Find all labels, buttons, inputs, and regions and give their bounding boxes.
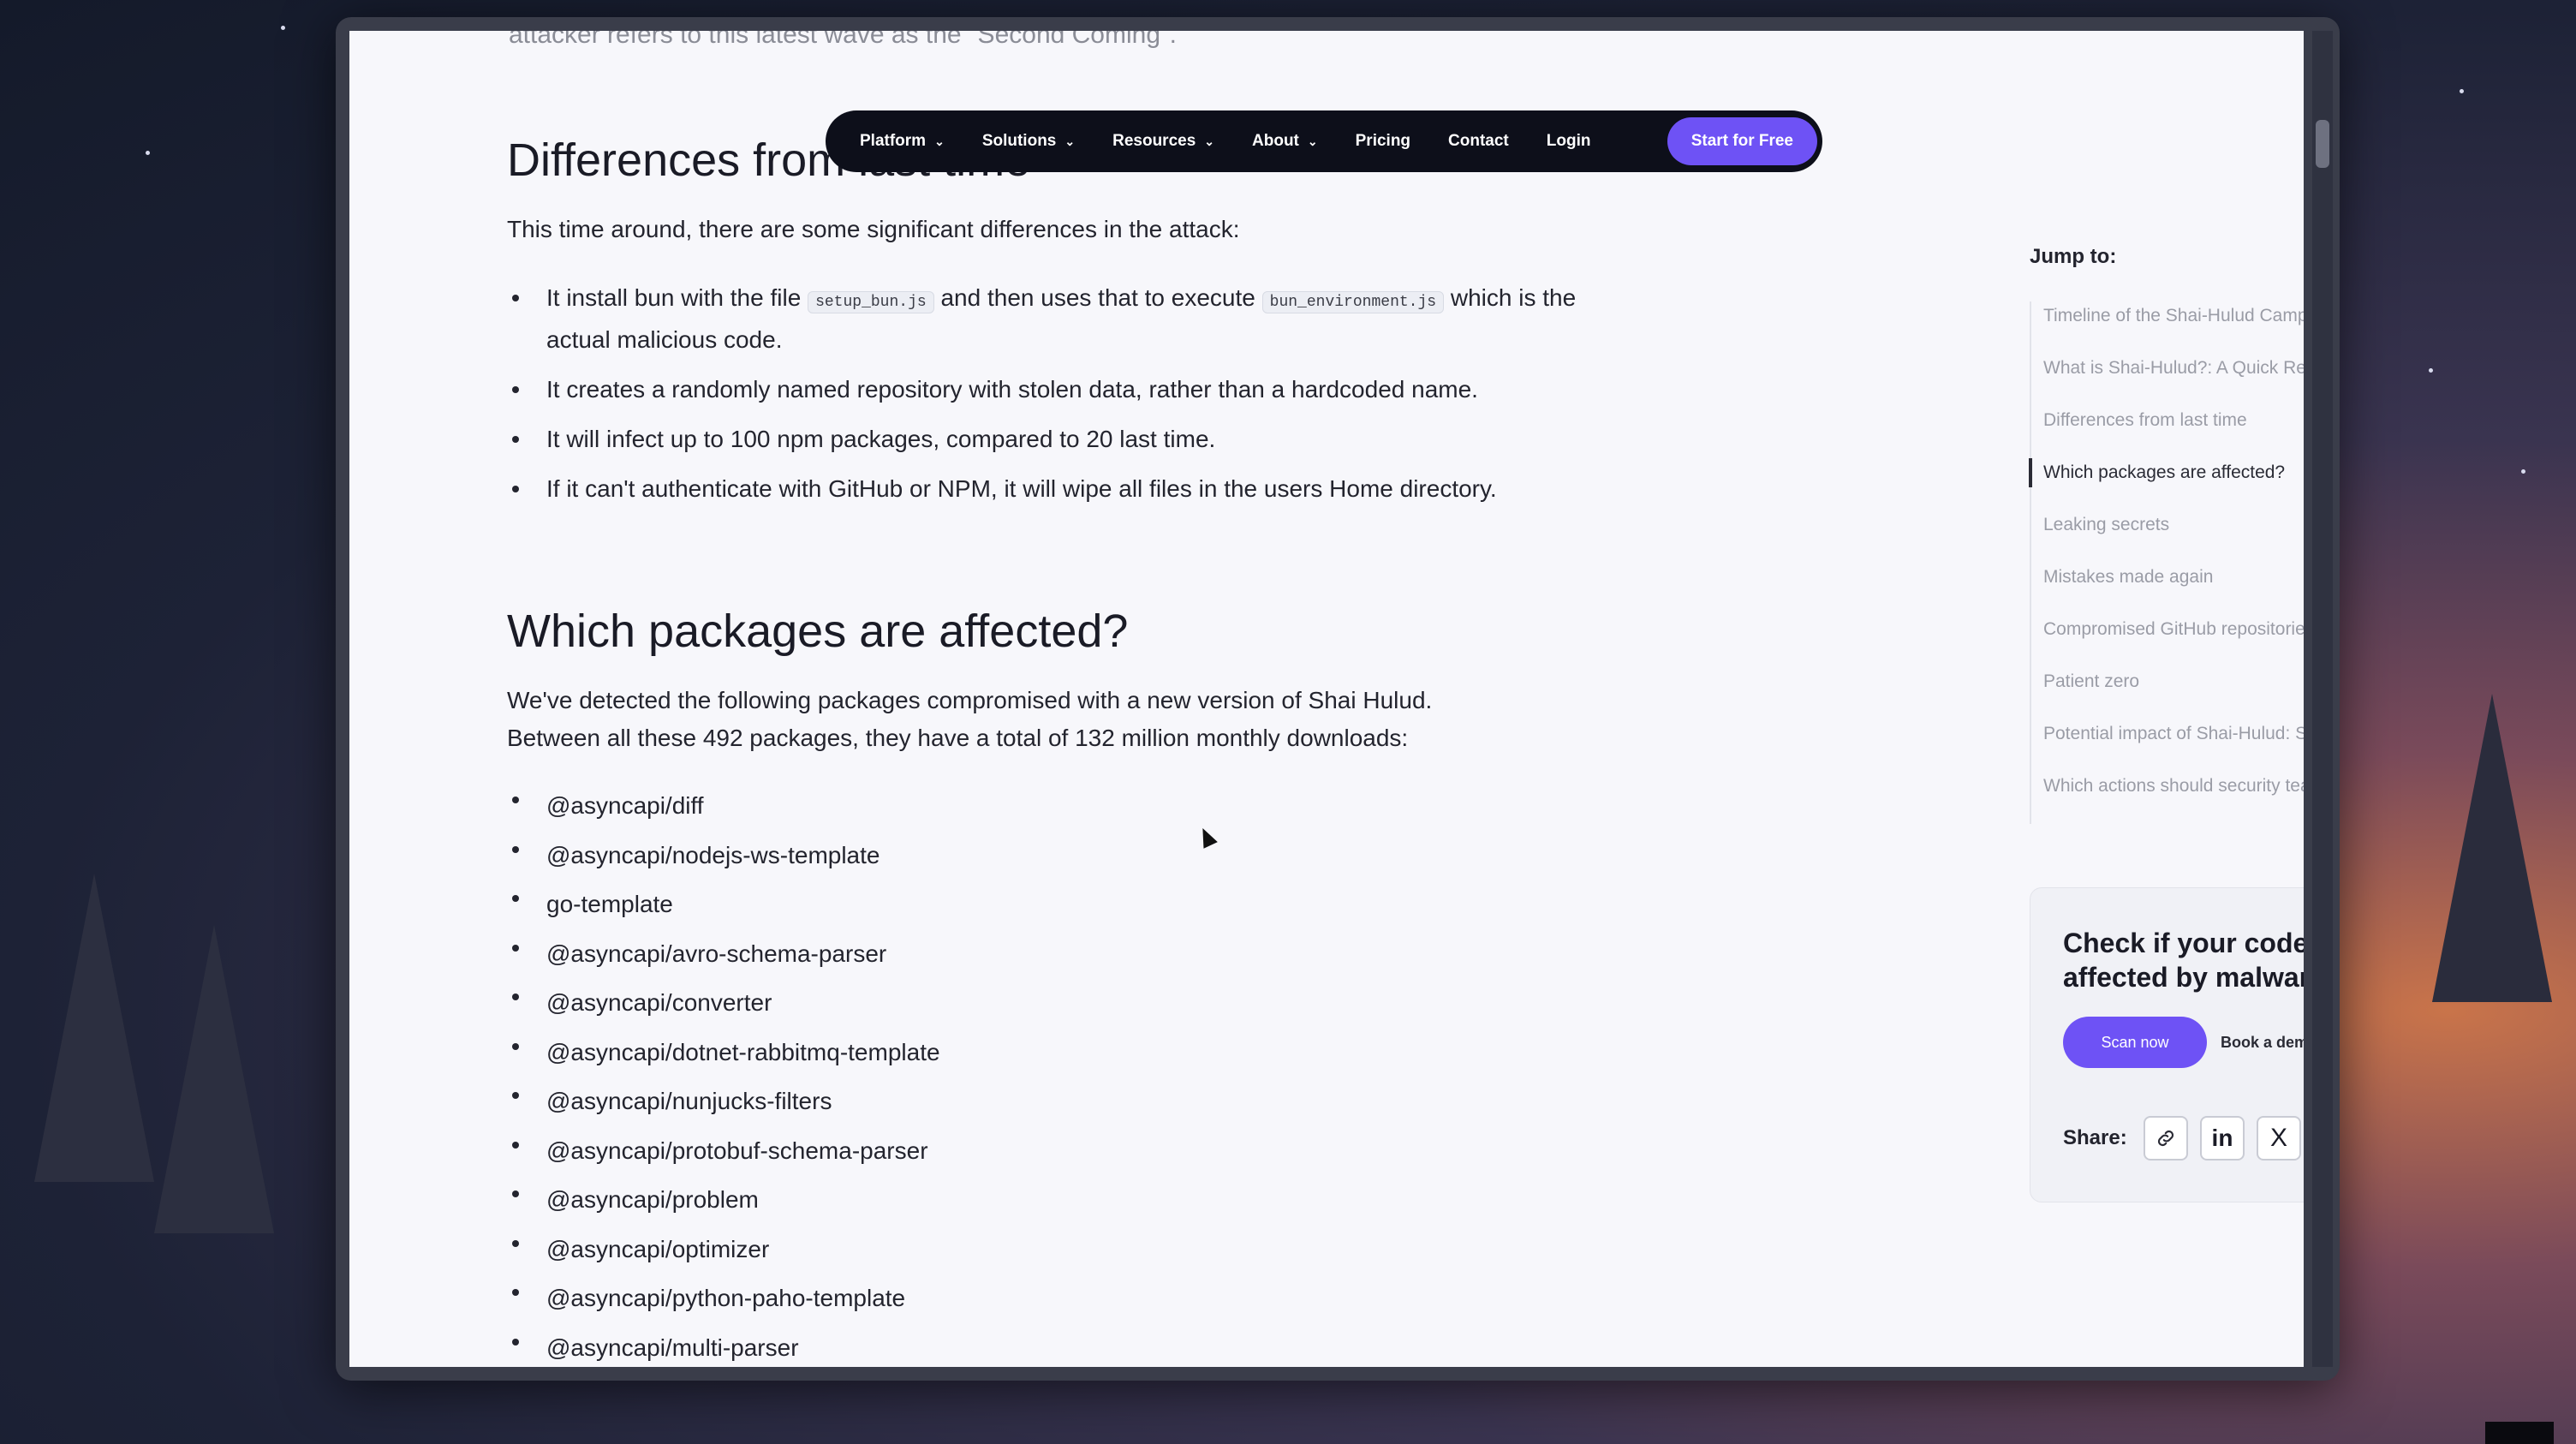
star-decoration xyxy=(146,151,150,155)
share-link-button[interactable] xyxy=(2144,1116,2188,1161)
star-decoration xyxy=(2429,368,2433,373)
nav-item-about[interactable]: About ⌄ xyxy=(1252,132,1318,151)
start-for-free-button[interactable]: Start for Free xyxy=(1667,117,1817,165)
nav-item-contact[interactable]: Contact xyxy=(1448,132,1509,151)
corner-overlay xyxy=(2485,1422,2554,1444)
star-decoration xyxy=(281,26,285,30)
chevron-down-icon: ⌄ xyxy=(934,134,945,148)
list-item: It install bun with the file setup_bun.j… xyxy=(507,279,1634,359)
package-item: @asyncapi/protobuf-schema-parser xyxy=(507,1126,940,1176)
nav-label: Platform xyxy=(860,132,927,150)
share-linkedin-button[interactable]: in xyxy=(2200,1116,2245,1161)
tree-decoration xyxy=(34,874,154,1182)
table-of-contents: Timeline of the Shai-Hulud Campaign What… xyxy=(2029,301,2304,824)
malware-check-card: Check if your code has been affected by … xyxy=(2030,887,2304,1202)
package-item: @asyncapi/optimizer xyxy=(507,1225,940,1274)
x-icon: X xyxy=(2269,1124,2287,1152)
which-intro: We've detected the following packages co… xyxy=(507,682,1432,757)
tree-decoration xyxy=(2432,694,2552,1002)
card-title: Check if your code has been affected by … xyxy=(2063,928,2304,993)
code-setup-bun: setup_bun.js xyxy=(808,291,934,313)
mouse-cursor-icon xyxy=(1196,825,1218,849)
tree-decoration xyxy=(154,925,274,1233)
differences-intro: This time around, there are some signifi… xyxy=(507,216,1240,242)
chevron-down-icon: ⌄ xyxy=(1204,134,1215,148)
browser-window: attacker refers to this latest wave as t… xyxy=(336,17,2340,1381)
nav-label: Solutions xyxy=(981,132,1057,150)
toc-item[interactable]: Which actions should security teams take… xyxy=(2031,772,2304,801)
book-demo-link[interactable]: Book a demo → xyxy=(2221,1017,2304,1068)
package-item: @asyncapi/problem xyxy=(507,1175,940,1225)
previous-paragraph-fragment: attacker refers to this latest wave as t… xyxy=(509,31,1177,49)
nav-item-login[interactable]: Login xyxy=(1547,132,1591,151)
list-item: It creates a randomly named repository w… xyxy=(507,371,1634,409)
chevron-down-icon: ⌄ xyxy=(1307,134,1318,148)
toc-item[interactable]: What is Shai-Hulud?: A Quick Refresher xyxy=(2031,354,2304,383)
share-x-button[interactable]: X xyxy=(2257,1116,2301,1161)
article-page: attacker refers to this latest wave as t… xyxy=(349,31,2304,1367)
nav-item-platform[interactable]: Platform ⌄ xyxy=(860,132,945,151)
toc-item[interactable]: Patient zero xyxy=(2031,667,2304,696)
nav-label: Resources xyxy=(1112,132,1196,150)
toc-title: Jump to: xyxy=(2030,245,2117,268)
package-list: @asyncapi/diff @asyncapi/nodejs-ws-templ… xyxy=(507,781,940,1367)
nav-item-pricing[interactable]: Pricing xyxy=(1356,132,1410,151)
intro-line: We've detected the following packages co… xyxy=(507,687,1433,713)
top-navigation: Platform ⌄ Solutions ⌄ Resources ⌄ About ⌄ P… xyxy=(826,110,1822,172)
toc-item[interactable]: Timeline of the Shai-Hulud Campaign xyxy=(2031,301,2304,331)
code-bun-environment: bun_environment.js xyxy=(1261,291,1445,313)
toc-item[interactable]: Compromised GitHub repositories xyxy=(2031,615,2304,644)
nav-item-resources[interactable]: Resources ⌄ xyxy=(1112,132,1214,151)
linkedin-icon: in xyxy=(2211,1125,2233,1151)
nav-label: About xyxy=(1252,132,1299,150)
differences-list: It install bun with the file setup_bun.j… xyxy=(507,279,1634,520)
intro-line: Between all these 492 packages, they hav… xyxy=(507,725,1409,751)
nav-item-solutions[interactable]: Solutions ⌄ xyxy=(982,132,1075,151)
toc-item[interactable]: Differences from last time xyxy=(2031,406,2304,435)
package-item: @asyncapi/diff xyxy=(507,781,940,831)
list-item: It will infect up to 100 npm packages, c… xyxy=(507,421,1634,458)
toc-item-active[interactable]: Which packages are affected? xyxy=(2029,458,2304,487)
link-icon xyxy=(2157,1130,2174,1147)
package-item: @asyncapi/converter xyxy=(507,978,940,1028)
scan-now-button[interactable]: Scan now xyxy=(2063,1017,2207,1068)
package-item: @asyncapi/multi-parser xyxy=(507,1323,940,1368)
package-item: @asyncapi/dotnet-rabbitmq-template xyxy=(507,1028,940,1077)
toc-item[interactable]: Mistakes made again xyxy=(2031,563,2304,592)
package-item: @asyncapi/avro-schema-parser xyxy=(507,929,940,979)
demo-label: Book a demo xyxy=(2221,1034,2304,1051)
scrollbar-thumb[interactable] xyxy=(2316,120,2329,168)
package-item: @asyncapi/nunjucks-filters xyxy=(507,1077,940,1126)
bullet-text: It install bun with the file xyxy=(546,284,802,311)
star-decoration xyxy=(2460,89,2464,93)
heading-which-packages: Which packages are affected? xyxy=(507,606,1129,657)
bullet-text: and then uses that to execute xyxy=(940,284,1255,311)
package-item: @asyncapi/python-paho-template xyxy=(507,1274,940,1323)
package-item: @asyncapi/nodejs-ws-template xyxy=(507,831,940,880)
chevron-down-icon: ⌄ xyxy=(1064,134,1076,148)
share-label: Share: xyxy=(2063,1126,2127,1149)
package-item: go-template xyxy=(507,880,940,929)
toc-item[interactable]: Leaking secrets xyxy=(2031,510,2304,540)
star-decoration xyxy=(2521,469,2525,474)
toc-item[interactable]: Potential impact of Shai-Hulud: Second C… xyxy=(2031,719,2304,749)
scrollbar-track[interactable] xyxy=(2312,31,2333,1367)
list-item: If it can't authenticate with GitHub or … xyxy=(507,470,1634,508)
